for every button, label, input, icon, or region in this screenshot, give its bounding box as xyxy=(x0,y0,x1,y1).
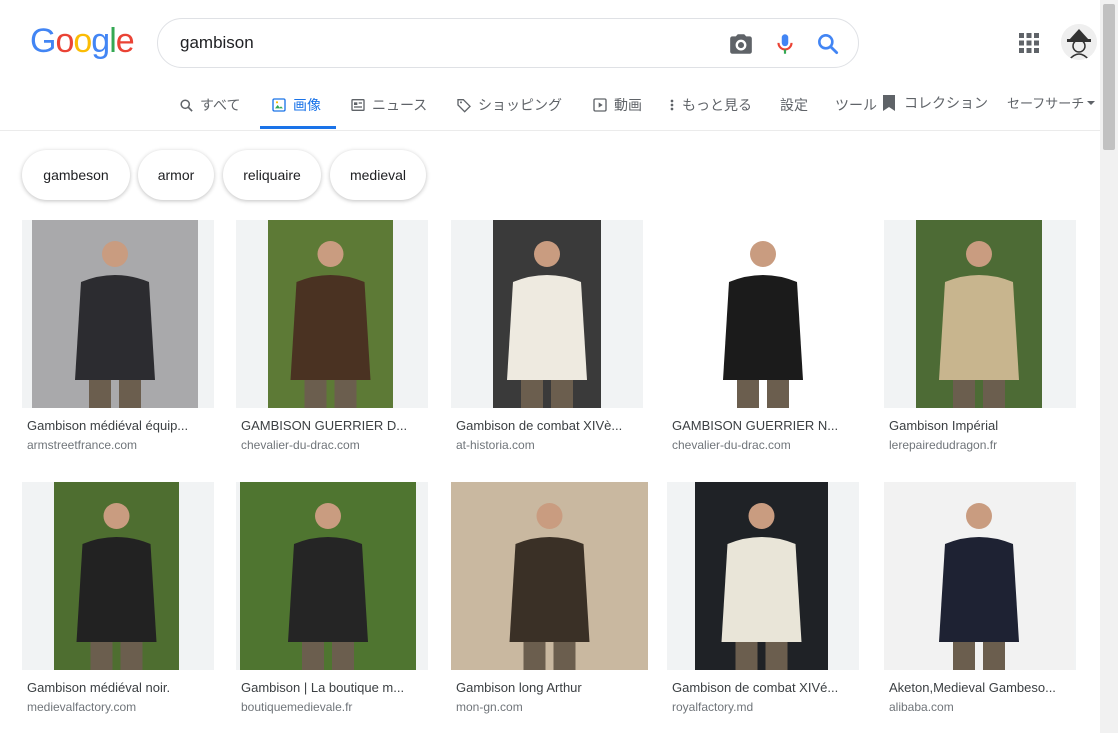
result-source: armstreetfrance.com xyxy=(27,438,138,452)
result-photo xyxy=(695,482,828,670)
result-source: royalfactory.md xyxy=(672,700,754,714)
play-icon xyxy=(593,98,607,112)
tab-videos[interactable]: 動画 xyxy=(592,95,642,115)
result-photo xyxy=(451,482,648,670)
search-input[interactable]: gambison xyxy=(180,33,254,53)
result-photo xyxy=(884,482,1074,670)
search-tabs: すべて 画像 ニュース ショッピング 動画 もっと見る 設定 ツール コレクショ… xyxy=(0,85,1100,131)
result-photo xyxy=(240,482,416,670)
tab-label: 動画 xyxy=(614,97,642,113)
result-caption[interactable]: Gambison de combat XIVé... xyxy=(672,680,852,695)
result-thumbnail[interactable] xyxy=(22,482,214,670)
tab-images[interactable]: 画像 xyxy=(271,95,321,115)
result-thumbnail[interactable] xyxy=(884,482,1076,670)
logo-letter: G xyxy=(30,22,56,60)
result-caption[interactable]: Gambison médiéval noir. xyxy=(27,680,207,695)
result-photo xyxy=(493,220,601,408)
search-icon xyxy=(180,98,193,112)
result-source: boutiquemedievale.fr xyxy=(241,700,353,714)
result-thumbnail[interactable] xyxy=(236,482,428,670)
tab-label: すべて xyxy=(200,97,241,113)
result-source: chevalier-du-drac.com xyxy=(672,438,791,452)
tag-icon xyxy=(457,99,471,113)
search-box[interactable]: gambison xyxy=(157,18,859,68)
result-thumbnail[interactable] xyxy=(451,220,643,408)
result-source: medievalfactory.com xyxy=(27,700,137,714)
tab-label: ショッピング xyxy=(478,97,562,113)
result-photo xyxy=(268,220,393,408)
result-caption[interactable]: Gambison | La boutique m... xyxy=(241,680,421,695)
result-source: at-historia.com xyxy=(456,438,535,452)
related-chip[interactable]: reliquaire xyxy=(223,150,321,200)
related-chip[interactable]: medieval xyxy=(330,150,426,200)
result-photo xyxy=(32,220,198,408)
tab-label: ツール xyxy=(835,97,877,113)
tab-label: もっと見る xyxy=(682,97,752,113)
safesearch-dropdown[interactable]: セーフサーチ xyxy=(1007,93,1096,112)
result-caption[interactable]: GAMBISON GUERRIER D... xyxy=(241,418,421,433)
image-icon xyxy=(272,98,286,112)
result-source: lerepairedudragon.fr xyxy=(889,438,998,452)
tab-label: 設定 xyxy=(780,97,808,113)
tab-news[interactable]: ニュース xyxy=(350,95,427,115)
google-logo[interactable]: Google xyxy=(30,22,135,61)
tab-collections[interactable]: コレクション xyxy=(882,93,988,113)
more-vert-icon xyxy=(670,99,674,111)
related-chip[interactable]: gambeson xyxy=(22,150,130,200)
search-icon[interactable] xyxy=(815,31,841,57)
related-chip[interactable]: armor xyxy=(138,150,214,200)
tab-more[interactable]: もっと見る xyxy=(668,95,752,115)
result-thumbnail[interactable] xyxy=(667,220,859,408)
logo-letter: g xyxy=(91,22,110,60)
mic-icon[interactable] xyxy=(772,31,798,57)
apps-grid-icon[interactable] xyxy=(1019,33,1039,53)
result-thumbnail[interactable] xyxy=(22,220,214,408)
tab-settings[interactable]: 設定 xyxy=(780,95,808,115)
tab-label: コレクション xyxy=(904,95,988,111)
avatar[interactable] xyxy=(1061,24,1097,60)
result-source: mon-gn.com xyxy=(456,700,523,714)
tab-tools[interactable]: ツール xyxy=(835,95,877,115)
avatar-image xyxy=(1061,24,1097,60)
dropdown-icon xyxy=(1087,100,1096,105)
result-thumbnail[interactable] xyxy=(451,482,648,670)
result-photo xyxy=(54,482,179,670)
tab-label: ニュース xyxy=(372,97,428,113)
result-photo xyxy=(667,220,859,408)
result-caption[interactable]: Gambison long Arthur xyxy=(456,680,636,695)
news-icon xyxy=(351,99,365,111)
result-source: alibaba.com xyxy=(889,700,954,714)
logo-letter: o xyxy=(55,22,74,60)
scrollbar-thumb[interactable] xyxy=(1103,4,1115,150)
result-photo xyxy=(916,220,1042,408)
result-source: chevalier-du-drac.com xyxy=(241,438,360,452)
logo-letter: o xyxy=(73,22,92,60)
active-tab-indicator xyxy=(260,126,336,129)
result-thumbnail[interactable] xyxy=(884,220,1076,408)
tab-label: 画像 xyxy=(293,97,321,113)
result-thumbnail[interactable] xyxy=(236,220,428,408)
header-divider xyxy=(0,130,1100,131)
result-caption[interactable]: Aketon,Medieval Gambeso... xyxy=(889,680,1069,695)
result-caption[interactable]: GAMBISON GUERRIER N... xyxy=(672,418,852,433)
tab-all[interactable]: すべて xyxy=(179,95,240,115)
bookmark-icon xyxy=(883,95,895,111)
tab-shopping[interactable]: ショッピング xyxy=(456,95,562,115)
logo-letter: e xyxy=(115,22,135,60)
result-thumbnail[interactable] xyxy=(667,482,859,670)
tab-label: セーフサーチ xyxy=(1007,96,1085,111)
result-caption[interactable]: Gambison médiéval équip... xyxy=(27,418,207,433)
camera-icon[interactable] xyxy=(728,31,754,57)
result-caption[interactable]: Gambison Impérial xyxy=(889,418,1069,433)
result-caption[interactable]: Gambison de combat XIVè... xyxy=(456,418,636,433)
